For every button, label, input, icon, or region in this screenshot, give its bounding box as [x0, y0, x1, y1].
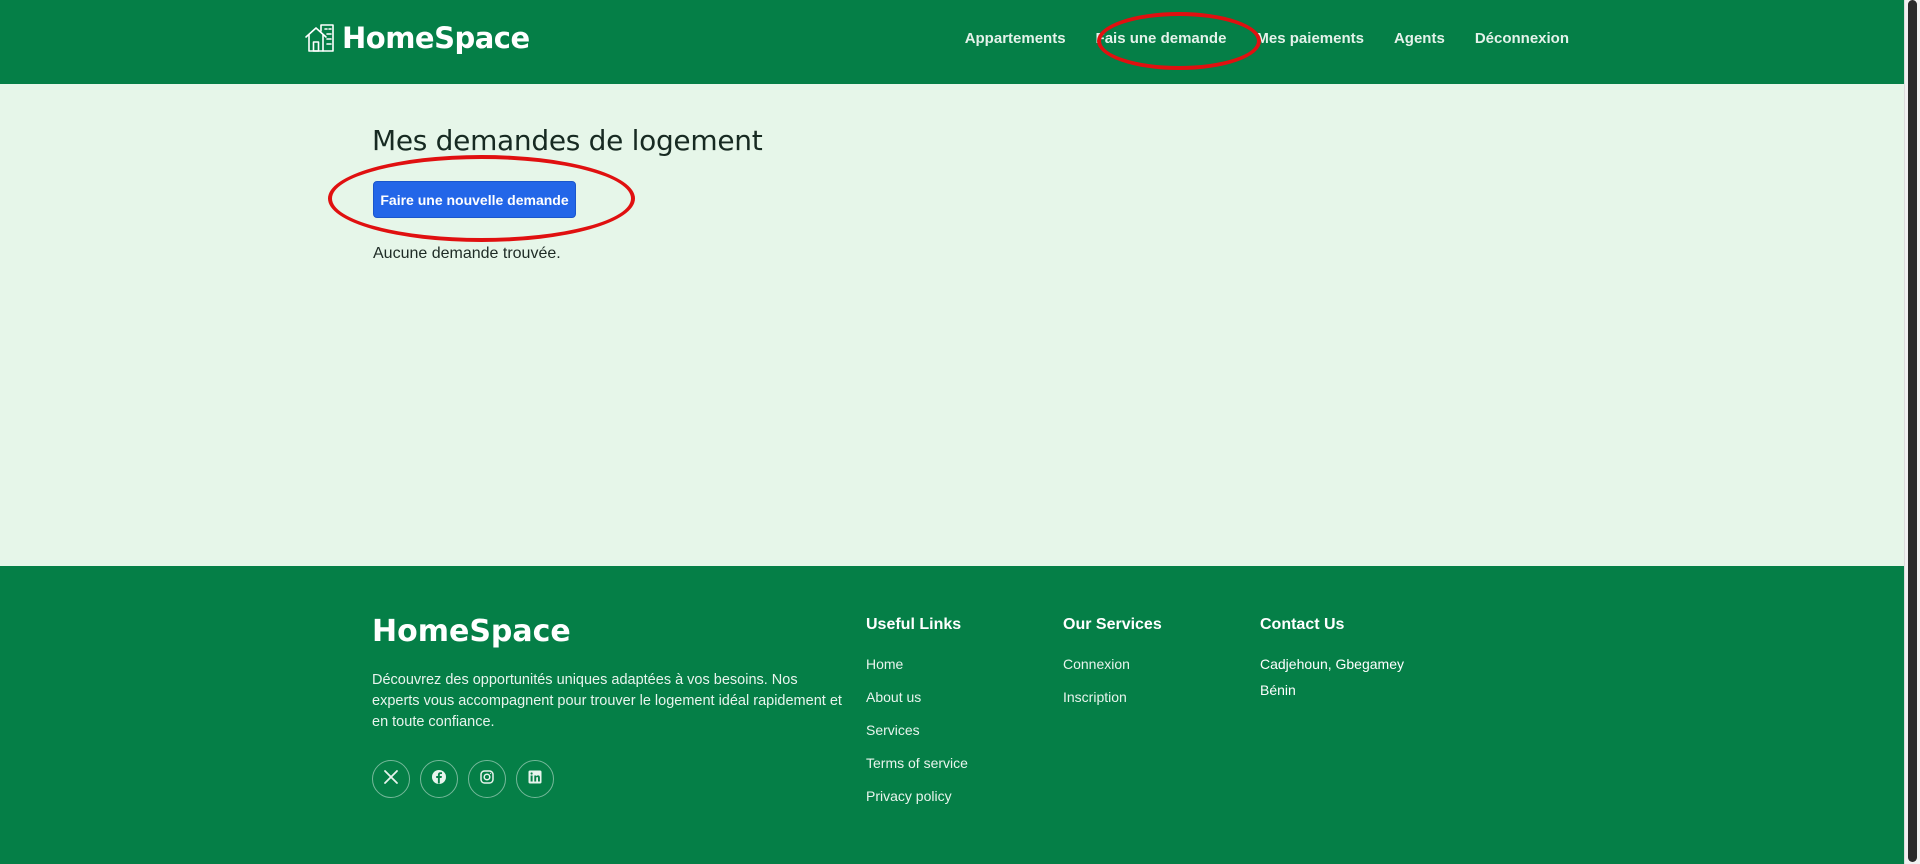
footer-link-inscription[interactable]: Inscription	[1063, 689, 1162, 705]
contact-heading: Contact Us	[1260, 616, 1345, 633]
footer-link-privacy[interactable]: Privacy policy	[866, 788, 968, 804]
page-title: Mes demandes de logement	[372, 124, 763, 157]
main-nav: Appartements Fais une demande Mes paieme…	[965, 28, 1584, 49]
site-footer: HomeSpace Découvrez des opportunités uni…	[0, 566, 1904, 864]
footer-description: Découvrez des opportunités uniques adapt…	[372, 672, 842, 730]
linkedin-icon	[527, 769, 543, 790]
house-building-icon	[304, 22, 336, 54]
footer-brand: HomeSpace	[372, 614, 571, 649]
footer-link-home[interactable]: Home	[866, 656, 968, 672]
footer-services: Our Services Connexion Inscription	[1063, 616, 1162, 722]
vertical-scrollbar[interactable]	[1904, 0, 1920, 864]
nav-agents[interactable]: Agents	[1379, 28, 1460, 49]
page: HomeSpace Appartements Fais une demande …	[0, 0, 1904, 864]
nav-appartements[interactable]: Appartements	[965, 28, 1081, 49]
contact-country-line: Bénin	[1260, 682, 1296, 698]
new-request-button[interactable]: Faire une nouvelle demande	[373, 181, 576, 218]
footer-useful-links: Useful Links Home About us Services Term…	[866, 616, 968, 821]
x-twitter-icon	[383, 769, 399, 790]
services-heading: Our Services	[1063, 616, 1162, 633]
footer-contact: Contact Us Cadjehoun, Gbegamey Bénin	[1260, 616, 1404, 708]
social-links	[372, 760, 554, 798]
social-facebook-link[interactable]	[420, 760, 458, 798]
footer-link-services[interactable]: Services	[866, 722, 968, 738]
footer-link-terms[interactable]: Terms of service	[866, 755, 968, 771]
main-content: Mes demandes de logement Faire une nouve…	[0, 84, 1904, 566]
instagram-icon	[479, 769, 495, 790]
contact-address-line: Cadjehoun, Gbegamey	[1260, 656, 1404, 672]
scrollbar-thumb[interactable]	[1908, 0, 1917, 862]
footer-link-connexion[interactable]: Connexion	[1063, 656, 1162, 672]
useful-links-heading: Useful Links	[866, 616, 962, 633]
facebook-icon	[431, 769, 447, 790]
footer-link-about[interactable]: About us	[866, 689, 968, 705]
social-instagram-link[interactable]	[468, 760, 506, 798]
nav-deconnexion[interactable]: Déconnexion	[1460, 28, 1584, 49]
brand-name: HomeSpace	[342, 21, 530, 55]
top-navbar: HomeSpace Appartements Fais une demande …	[0, 0, 1904, 85]
social-x-link[interactable]	[372, 760, 410, 798]
brand-logo-link[interactable]: HomeSpace	[304, 20, 530, 56]
nav-mes-paiements[interactable]: Mes paiements	[1241, 28, 1379, 49]
empty-state-message: Aucune demande trouvée.	[373, 245, 561, 262]
social-linkedin-link[interactable]	[516, 760, 554, 798]
nav-fais-une-demande[interactable]: Fais une demande	[1081, 28, 1242, 49]
